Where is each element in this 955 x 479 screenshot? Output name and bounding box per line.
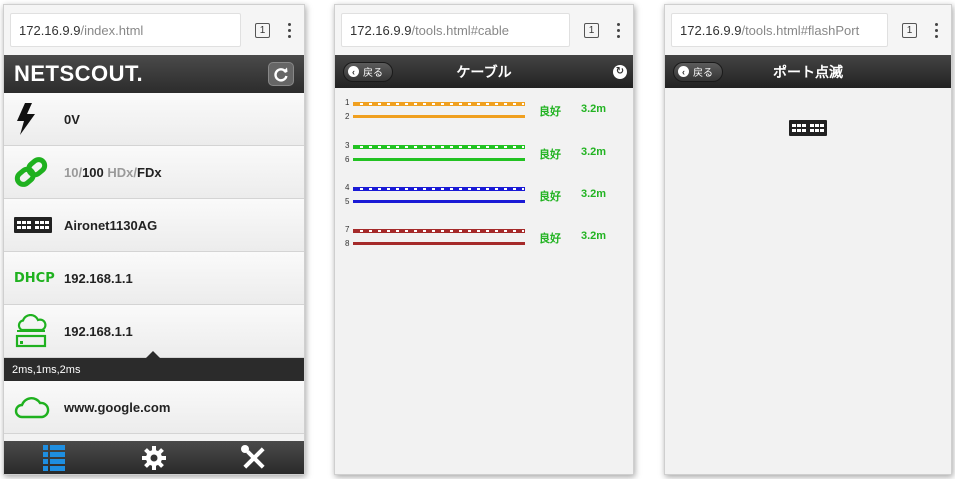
gear-icon — [142, 445, 166, 470]
phone-screen-home: 172.16.9.9/index.html 1 NETSCOUT. 0V 10/… — [3, 4, 305, 475]
tools-icon — [241, 444, 265, 469]
wire-striped — [353, 229, 525, 233]
url-path: /tools.html#cable — [411, 22, 510, 38]
tab-switcher-button[interactable]: 1 — [902, 22, 917, 38]
wire-striped — [353, 145, 525, 149]
internet-host: www.google.com — [64, 399, 171, 415]
url-path: /index.html — [80, 22, 144, 38]
pin-number: 2 — [345, 112, 350, 121]
address-bar[interactable]: 172.16.9.9/index.html — [10, 13, 241, 47]
pair-status: 良好 — [539, 233, 561, 245]
pair-status: 良好 — [539, 191, 561, 203]
cable-pair-row: 3 6 良好 3.2m — [345, 141, 625, 169]
pair-length: 3.2m — [581, 103, 607, 115]
wire-solid — [353, 242, 525, 245]
browser-menu-icon[interactable] — [609, 22, 627, 38]
ping-results-bar: 2ms,1ms,2ms — [4, 351, 304, 381]
pair-length: 3.2m — [581, 230, 607, 242]
switch-row[interactable]: Aironet1130AG — [4, 199, 304, 252]
refresh-icon — [274, 67, 288, 82]
address-bar[interactable]: 172.16.9.9/tools.html#cable — [341, 13, 570, 47]
back-button[interactable]: ‹ 戻る — [673, 61, 723, 82]
browser-menu-icon[interactable] — [927, 22, 945, 38]
pair-status: 良好 — [539, 149, 561, 161]
link-speed: 10/100 HDx/FDx — [64, 164, 162, 180]
brand-logo: NETSCOUT. — [14, 61, 144, 86]
gateway-ip: 192.168.1.1 — [64, 323, 133, 339]
tab-tools[interactable] — [204, 441, 304, 474]
pin-number: 3 — [345, 141, 350, 150]
internet-row[interactable]: www.google.com — [4, 381, 304, 434]
voltage-row[interactable]: 0V — [4, 93, 304, 146]
list-icon — [43, 444, 65, 471]
url-host: 172.16.9.9 — [680, 22, 742, 38]
dhcp-row[interactable]: DHCP 192.168.1.1 — [4, 252, 304, 305]
pair-length: 3.2m — [581, 146, 607, 158]
back-button[interactable]: ‹ 戻る — [343, 61, 393, 82]
tab-switcher-button[interactable]: 1 — [255, 22, 270, 38]
pin-number: 1 — [345, 98, 350, 107]
pair-status: 良好 — [539, 106, 561, 118]
link-row[interactable]: 10/100 HDx/FDx — [4, 146, 304, 199]
dhcp-icon: DHCP — [14, 270, 55, 286]
switch-icon — [789, 120, 827, 136]
cable-pair-row: 7 8 良好 3.2m — [345, 225, 625, 253]
url-host: 172.16.9.9 — [350, 22, 412, 38]
wire-solid — [353, 115, 525, 118]
cloud-icon — [14, 395, 58, 419]
page-header: ‹ 戻る ケーブル ↻ — [335, 55, 633, 88]
phone-screen-cable: 172.16.9.9/tools.html#cable 1 ‹ 戻る ケーブル … — [334, 4, 634, 475]
back-label: 戻る — [363, 68, 383, 79]
tab-settings[interactable] — [104, 441, 204, 474]
wire-solid — [353, 158, 525, 161]
chevron-left-icon: ‹ — [348, 66, 359, 77]
page-header: ‹ 戻る ポート点滅 — [665, 55, 951, 88]
cable-pair-row: 4 5 良好 3.2m — [345, 183, 625, 211]
browser-toolbar: 172.16.9.9/tools.html#flashPort 1 — [665, 5, 951, 55]
bottom-tab-bar — [4, 441, 304, 474]
voltage-value: 0V — [64, 111, 80, 127]
refresh-button[interactable] — [268, 62, 294, 86]
browser-menu-icon[interactable] — [280, 22, 298, 38]
switch-name: Aironet1130AG — [64, 217, 158, 233]
dhcp-ip: 192.168.1.1 — [64, 270, 133, 286]
flash-port-area — [665, 88, 951, 136]
tab-list[interactable] — [4, 441, 104, 474]
link-chain-icon — [14, 157, 58, 187]
cable-pairs: 1 2 良好 3.2m 3 6 良好 3.2m 4 5 良好 3.2m 7 8 良好 3.2m — [335, 88, 633, 408]
pin-number: 5 — [345, 197, 350, 206]
url-host: 172.16.9.9 — [19, 22, 81, 38]
browser-toolbar: 172.16.9.9/tools.html#cable 1 — [335, 5, 633, 55]
pair-length: 3.2m — [581, 188, 607, 200]
browser-toolbar: 172.16.9.9/index.html 1 — [4, 5, 304, 55]
gateway-cloud-router-icon — [14, 314, 58, 348]
address-bar[interactable]: 172.16.9.9/tools.html#flashPort — [671, 13, 888, 47]
reload-icon[interactable]: ↻ — [613, 64, 627, 79]
pin-number: 7 — [345, 225, 350, 234]
back-label: 戻る — [693, 68, 713, 79]
pin-number: 4 — [345, 183, 350, 192]
app-header: NETSCOUT. — [4, 55, 304, 93]
url-path: /tools.html#flashPort — [741, 22, 860, 38]
lightning-icon — [14, 103, 58, 135]
switch-icon — [14, 217, 58, 233]
wire-striped — [353, 187, 525, 191]
tab-switcher-button[interactable]: 1 — [584, 22, 599, 38]
chevron-left-icon: ‹ — [678, 66, 689, 77]
pin-number: 6 — [345, 155, 350, 164]
popup-pointer — [145, 351, 161, 359]
pin-number: 8 — [345, 239, 350, 248]
ping-times: 2ms,1ms,2ms — [12, 363, 81, 376]
phone-screen-flash-port: 172.16.9.9/tools.html#flashPort 1 ‹ 戻る ポ… — [664, 4, 952, 475]
cable-pair-row: 1 2 良好 3.2m — [345, 98, 625, 126]
wire-striped — [353, 102, 525, 106]
wire-solid — [353, 200, 525, 203]
